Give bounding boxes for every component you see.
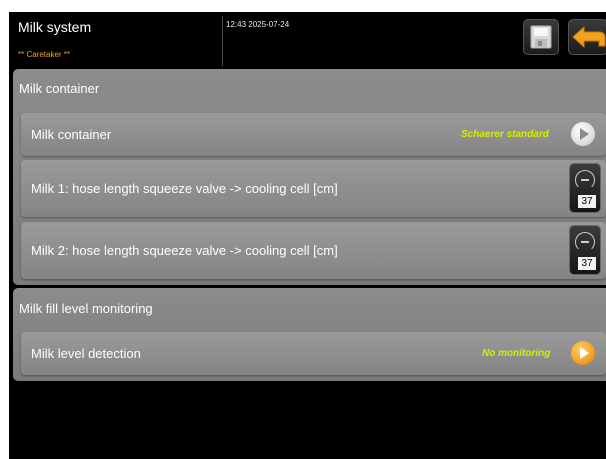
setting-row-milk-container[interactable]: Milk container Schaerer standard	[21, 113, 606, 156]
datetime-label: 12:43 2025-07-24	[226, 20, 290, 29]
page-title: Milk system	[18, 19, 92, 35]
header-divider	[222, 16, 223, 66]
setting-value: Schaerer standard	[461, 129, 549, 140]
setting-label: Milk container	[31, 127, 112, 142]
section-heading: Milk container	[19, 81, 100, 96]
dial-icon	[575, 232, 595, 252]
gauge-icon[interactable]: 37	[569, 163, 601, 213]
section-milk-container: Milk container Milk container Schaerer s…	[13, 69, 606, 285]
play-icon[interactable]	[571, 122, 595, 146]
save-disk-icon	[530, 25, 552, 49]
gauge-value: 37	[578, 195, 596, 208]
setting-value: No monitoring	[482, 348, 551, 359]
setting-label: Milk level detection	[31, 346, 141, 361]
gauge-value: 37	[578, 257, 596, 270]
section-heading: Milk fill level monitoring	[19, 301, 153, 316]
dial-icon	[575, 170, 595, 190]
header-bar: Milk system ** Caretaker ** 12:43 2025-0…	[9, 12, 606, 68]
machine-screen: Milk system ** Caretaker ** 12:43 2025-0…	[9, 12, 606, 459]
back-arrow-icon	[572, 25, 606, 49]
setting-row-milk1-hose-length[interactable]: Milk 1: hose length squeeze valve -> coo…	[21, 160, 606, 217]
setting-label: Milk 1: hose length squeeze valve -> coo…	[31, 181, 338, 196]
user-role-label: ** Caretaker **	[18, 50, 71, 59]
setting-row-milk-level-detection[interactable]: Milk level detection No monitoring	[21, 332, 606, 375]
gauge-icon[interactable]: 37	[569, 225, 601, 275]
setting-row-milk2-hose-length[interactable]: Milk 2: hose length squeeze valve -> coo…	[21, 222, 606, 279]
setting-label: Milk 2: hose length squeeze valve -> coo…	[31, 243, 338, 258]
section-milk-fill-level: Milk fill level monitoring Milk level de…	[13, 288, 606, 381]
back-button[interactable]	[568, 19, 606, 55]
play-icon[interactable]	[571, 341, 595, 365]
save-button[interactable]	[523, 19, 559, 55]
